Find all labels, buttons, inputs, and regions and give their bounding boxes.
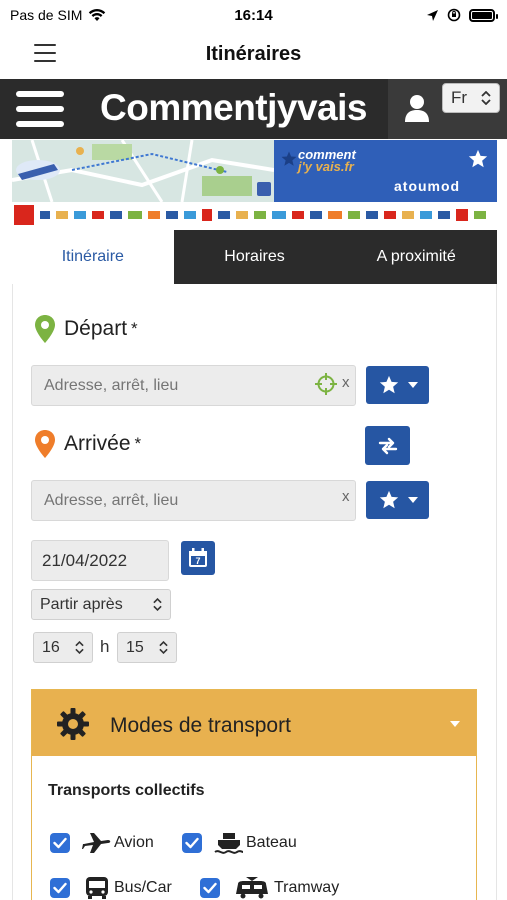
orientation-lock-icon bbox=[447, 8, 461, 22]
tab-itineraire[interactable]: Itinéraire bbox=[12, 230, 174, 284]
site-menu-button[interactable] bbox=[16, 91, 64, 127]
arrival-required-mark: * bbox=[134, 434, 142, 453]
minute-value: 15 bbox=[126, 638, 144, 656]
departure-required-mark: * bbox=[131, 319, 138, 338]
mode-bateau-checkbox[interactable]: Bateau bbox=[182, 831, 297, 855]
status-left: Pas de SIM bbox=[10, 7, 106, 23]
departure-mode-value: Partir après bbox=[40, 595, 123, 613]
date-input[interactable]: 21/04/2022 bbox=[31, 540, 169, 581]
caret-down-icon bbox=[407, 382, 418, 388]
geolocate-icon[interactable] bbox=[315, 373, 337, 395]
departure-label-text: Départ bbox=[64, 317, 128, 340]
minute-select[interactable]: 15 bbox=[117, 632, 177, 663]
arrival-label: Arrivée * bbox=[34, 429, 141, 459]
bus-icon bbox=[86, 877, 108, 899]
mode-avion-checkbox[interactable]: Avion bbox=[50, 831, 154, 855]
brand-line2: j'y vais.fr bbox=[298, 159, 354, 174]
arrival-favorites-button[interactable] bbox=[366, 481, 429, 519]
carrier-label: Pas de SIM bbox=[10, 7, 83, 23]
app-menu-button[interactable] bbox=[34, 44, 56, 62]
caret-down-icon bbox=[407, 497, 418, 503]
site-header: Commentjyvais Fr bbox=[0, 79, 507, 139]
brand-text: comment j'y vais.fr bbox=[298, 148, 356, 174]
location-arrow-icon bbox=[427, 9, 438, 21]
brand-partner: atoumod bbox=[394, 178, 461, 194]
departure-mode-select[interactable]: Partir après bbox=[31, 589, 171, 620]
check-icon bbox=[53, 882, 67, 894]
map-pin-icon bbox=[35, 315, 55, 343]
departure-favorites-button[interactable] bbox=[366, 366, 429, 404]
check-icon bbox=[53, 837, 67, 849]
mode-avion-label: Avion bbox=[114, 834, 154, 851]
promo-banner: comment j'y vais.fr atoumod bbox=[12, 140, 497, 202]
collective-transport-title: Transports collectifs bbox=[48, 782, 205, 799]
app-title: Itinéraires bbox=[205, 42, 302, 65]
caret-down-icon bbox=[450, 721, 460, 727]
tram-icon bbox=[236, 877, 268, 899]
calendar-icon: 7 bbox=[189, 548, 207, 567]
transport-modes-panel: Modes de transport Transports collectifs… bbox=[31, 689, 477, 900]
checkbox-checked[interactable] bbox=[50, 833, 70, 853]
departure-label: Départ * bbox=[34, 314, 138, 344]
check-icon bbox=[185, 837, 199, 849]
mode-tramway-checkbox[interactable]: Tramway bbox=[200, 876, 339, 900]
site-user-panel: Fr bbox=[388, 79, 507, 139]
battery-icon bbox=[469, 8, 498, 22]
hour-value: 16 bbox=[42, 638, 60, 656]
map-pin-icon bbox=[35, 430, 55, 458]
transport-modes-toggle[interactable]: Modes de transport bbox=[32, 690, 476, 756]
hour-select[interactable]: 16 bbox=[33, 632, 93, 663]
gear-icon bbox=[57, 708, 89, 740]
language-value: Fr bbox=[451, 88, 468, 107]
select-arrows-icon bbox=[481, 91, 491, 105]
star-icon bbox=[281, 151, 297, 166]
banner-map-illustration bbox=[12, 140, 274, 202]
star-icon bbox=[468, 149, 488, 168]
status-bar: Pas de SIM 16:14 bbox=[0, 0, 507, 30]
mode-bateau-label: Bateau bbox=[246, 834, 297, 851]
language-select[interactable]: Fr bbox=[442, 83, 500, 113]
site-logo[interactable]: Commentjyvais bbox=[100, 87, 368, 129]
tab-a-proximite[interactable]: A proximité bbox=[335, 230, 497, 284]
partner-logos-strip bbox=[12, 203, 497, 229]
arrival-input[interactable] bbox=[31, 480, 356, 521]
select-arrows-icon bbox=[153, 598, 162, 611]
arrival-clear-button[interactable]: x bbox=[342, 488, 350, 505]
tab-horaires[interactable]: Horaires bbox=[174, 230, 336, 284]
mode-bus-label: Bus/Car bbox=[114, 879, 172, 896]
status-right bbox=[426, 8, 498, 22]
star-icon bbox=[379, 375, 398, 394]
search-tabs: Itinéraire Horaires A proximité bbox=[12, 230, 497, 284]
select-arrows-icon bbox=[159, 641, 168, 654]
checkbox-checked[interactable] bbox=[50, 878, 70, 898]
swap-icon bbox=[378, 437, 397, 454]
departure-input[interactable] bbox=[31, 365, 356, 406]
swap-locations-button[interactable] bbox=[365, 426, 410, 465]
check-icon bbox=[203, 882, 217, 894]
departure-clear-button[interactable]: x bbox=[342, 374, 350, 391]
boat-icon bbox=[214, 833, 244, 854]
checkbox-checked[interactable] bbox=[200, 878, 220, 898]
mode-tramway-label: Tramway bbox=[274, 879, 340, 896]
mode-bus-checkbox[interactable]: Bus/Car bbox=[50, 876, 172, 900]
select-arrows-icon bbox=[75, 641, 84, 654]
plane-icon bbox=[82, 833, 111, 853]
wifi-icon bbox=[89, 9, 106, 21]
calendar-day: 7 bbox=[195, 556, 200, 566]
hour-separator: h bbox=[100, 637, 110, 656]
banner-brand: comment j'y vais.fr atoumod bbox=[274, 140, 497, 202]
transport-modes-title: Modes de transport bbox=[110, 714, 291, 737]
calendar-button[interactable]: 7 bbox=[181, 541, 215, 575]
user-icon[interactable] bbox=[404, 93, 430, 123]
star-icon bbox=[379, 490, 398, 509]
arrival-label-text: Arrivée bbox=[64, 432, 131, 455]
checkbox-checked[interactable] bbox=[182, 833, 202, 853]
app-header: Itinéraires bbox=[0, 30, 507, 78]
